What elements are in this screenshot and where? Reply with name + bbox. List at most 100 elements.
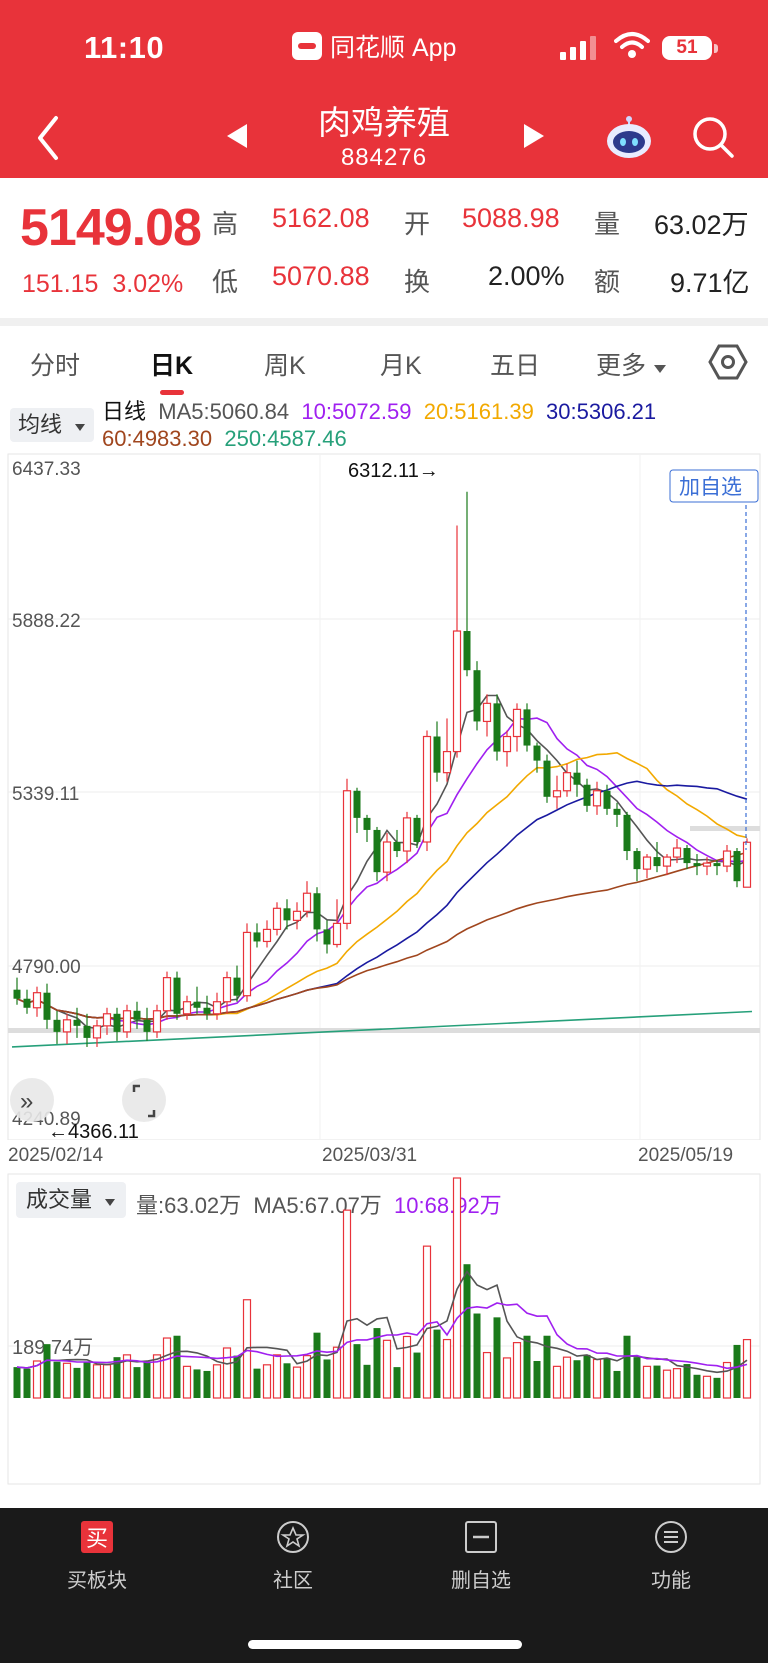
app-header: 11:10 同花顺 App 51 肉鸡养殖 884276	[0, 0, 768, 178]
volume-bar	[592, 1358, 602, 1399]
high-label: 高	[212, 209, 239, 239]
legend-ma60: 60:4983.30	[102, 426, 213, 451]
assistant-robot-icon[interactable]	[604, 113, 654, 161]
legend-ma10: 10:5072.59	[301, 399, 412, 424]
battery-level: 51	[676, 37, 698, 58]
candle	[713, 863, 721, 867]
nav-label: 功能	[651, 1570, 691, 1592]
volume-bar	[173, 1335, 181, 1398]
date-start: 2025/02/14	[8, 1145, 104, 1166]
candlestick-chart[interactable]: 6437.33 5888.22 5339.11 4790.00 4240.89 …	[0, 450, 768, 1140]
volume-bar	[672, 1368, 682, 1399]
volume-bar	[463, 1264, 471, 1398]
volume-bar	[662, 1369, 672, 1399]
candle	[653, 857, 661, 867]
tab-daily-k[interactable]: 日K	[150, 346, 193, 382]
candle	[173, 977, 181, 1014]
nav-community[interactable]: 社区	[228, 1520, 358, 1593]
next-stock-icon[interactable]	[522, 122, 546, 150]
community-star-icon	[277, 1521, 309, 1553]
nav-remove-watch[interactable]: 删自选	[416, 1520, 546, 1593]
volume-value: 63.02万	[654, 210, 749, 240]
amount-value: 9.71亿	[670, 268, 750, 298]
volume-bar	[262, 1364, 272, 1399]
home-indicator	[248, 1640, 522, 1649]
candle	[323, 929, 331, 945]
nav-label: 删自选	[451, 1570, 511, 1592]
chevron-down-icon	[75, 424, 86, 431]
status-source-app[interactable]: 同花顺 App	[292, 28, 456, 64]
volume-bar	[552, 1365, 562, 1399]
ma-mode-label: 均线	[18, 412, 63, 437]
volume-bar	[143, 1361, 151, 1398]
candle	[422, 735, 432, 843]
amount-label: 额	[594, 267, 621, 297]
search-icon[interactable]	[690, 114, 736, 160]
volume-chart[interactable]: 189.74万	[0, 1172, 768, 1486]
volume-bar	[342, 1209, 352, 1399]
price-axis-label: 5888.22	[12, 611, 81, 632]
wifi-icon	[614, 32, 650, 58]
change-value: 151.15	[22, 270, 99, 298]
low-label: 低	[212, 267, 239, 297]
volume-bar	[433, 1329, 441, 1398]
volume-bar	[413, 1352, 421, 1398]
candle	[62, 1019, 72, 1033]
candle	[292, 910, 302, 921]
volume-bar	[62, 1362, 72, 1399]
volume-bar	[633, 1357, 641, 1398]
turnover-value: 2.00%	[488, 261, 565, 291]
volume-bar	[323, 1359, 331, 1398]
settings-hexagon-icon[interactable]	[708, 342, 748, 382]
turnover-label: 换	[404, 267, 431, 297]
candle	[623, 814, 631, 852]
volume-bar	[693, 1374, 701, 1398]
candle	[162, 977, 172, 1012]
candle	[642, 856, 652, 870]
candle	[302, 892, 312, 912]
candle	[543, 760, 551, 797]
status-app-label: 同花顺 App	[330, 34, 457, 62]
candle	[573, 772, 581, 785]
volume-bar	[713, 1377, 721, 1398]
legend-ma5: MA5:5060.84	[158, 399, 290, 424]
tab-weekly-k[interactable]: 周K	[264, 346, 306, 382]
volume-bar	[292, 1366, 302, 1399]
candle	[683, 848, 691, 864]
nav-functions[interactable]: 功能	[606, 1520, 736, 1593]
candle	[702, 862, 712, 867]
change-percent: 3.02%	[112, 270, 184, 298]
ma-mode-dropdown[interactable]: 均线	[10, 408, 94, 442]
nav-buy-sector[interactable]: 买 买板块	[32, 1520, 162, 1593]
volume-bar	[562, 1356, 572, 1399]
tab-five-day[interactable]: 五日	[490, 346, 540, 382]
candle	[73, 1019, 81, 1026]
candle	[332, 922, 342, 946]
fullscreen-button[interactable]	[122, 1078, 166, 1122]
volume-bar	[702, 1375, 712, 1399]
tab-more-label: 更多	[596, 352, 647, 380]
volume-bar	[442, 1338, 452, 1399]
candle	[13, 989, 21, 999]
tab-monthly-k[interactable]: 月K	[380, 346, 422, 382]
candle	[382, 841, 392, 873]
volume-bar	[573, 1360, 581, 1398]
candle	[353, 790, 361, 818]
tab-more[interactable]: 更多	[596, 346, 667, 382]
volume-bars	[13, 1177, 752, 1399]
candle	[143, 1019, 151, 1032]
candle	[363, 817, 371, 830]
volume-bar	[473, 1313, 481, 1398]
candle	[253, 932, 261, 942]
volume-bar	[742, 1338, 752, 1399]
volume-bar	[222, 1347, 232, 1399]
volume-bar	[382, 1339, 392, 1399]
volume-bar	[733, 1344, 741, 1398]
candle	[433, 736, 441, 773]
volume-frame	[7, 1173, 761, 1485]
candle	[122, 1010, 132, 1033]
candle	[222, 977, 232, 1003]
candle	[742, 841, 752, 888]
volume-bar	[73, 1367, 81, 1398]
tab-intraday[interactable]: 分时	[30, 346, 80, 382]
